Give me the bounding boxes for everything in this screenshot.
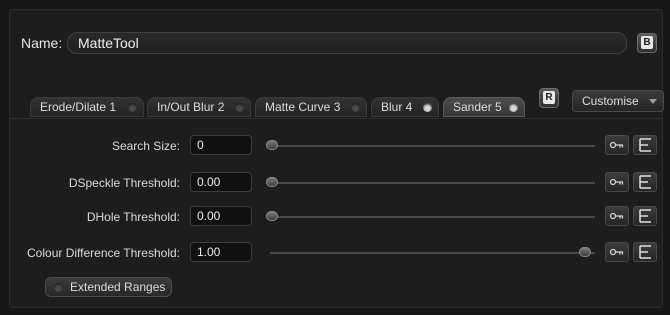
r-button[interactable]: R [539,88,559,108]
tab-sander[interactable]: Sander 5 [443,97,525,117]
tab-erode-dilate[interactable]: Erode/Dilate 1 [30,97,144,117]
dhole-threshold-label: DHole Threshold: [86,210,180,224]
extended-ranges-label: Extended Ranges [70,280,166,294]
tab-matte-curve[interactable]: Matte Curve 3 [255,97,367,117]
search-size-field[interactable]: 0 [190,135,252,155]
name-input[interactable]: MatteTool [67,32,627,54]
tab-blur[interactable]: Blur 4 [371,97,439,117]
key-icon[interactable] [605,206,629,226]
b-button-label: B [641,36,653,49]
key-icon[interactable] [605,242,629,262]
dspeckle-threshold-slider-handle[interactable] [266,177,278,187]
tab-in-out-blur[interactable]: In/Out Blur 2 [147,97,251,117]
customise-dropdown[interactable]: Customise [572,90,664,112]
key-icon[interactable] [605,172,629,192]
dspeckle-threshold-slider-track[interactable] [270,182,595,184]
r-button-label: R [543,91,555,104]
tab-led-icon [509,103,518,112]
search-size-slider-handle[interactable] [266,140,278,150]
channel-editor-icon[interactable] [633,242,657,262]
tab-led-icon [128,103,137,112]
dhole-threshold-slider-track[interactable] [270,216,595,218]
chevron-down-icon [649,99,657,104]
tab-label: Erode/Dilate 1 [40,100,117,114]
key-icon[interactable] [605,135,629,155]
dhole-threshold-field[interactable]: 0.00 [190,206,252,226]
colour-difference-threshold-slider-track[interactable] [270,252,595,254]
tab-led-icon [235,103,244,112]
toggle-led-icon [54,283,63,292]
customise-label: Customise [582,94,639,108]
search-size-slider-track[interactable] [270,145,595,147]
b-button[interactable]: B [637,33,657,53]
name-label: Name: [21,35,63,51]
colour-difference-threshold-label: Colour Difference Threshold: [27,246,180,260]
name-row: Name: MatteTool B [9,24,661,66]
channel-editor-icon[interactable] [633,172,657,192]
channel-editor-icon[interactable] [633,135,657,155]
tab-label: Matte Curve 3 [265,100,341,114]
tab-label: In/Out Blur 2 [157,100,225,114]
dhole-threshold-slider-handle[interactable] [266,211,278,221]
colour-difference-threshold-slider-handle[interactable] [579,247,591,257]
channel-editor-icon[interactable] [633,206,657,226]
tab-led-icon [423,103,432,112]
tab-label: Blur 4 [381,100,413,114]
colour-difference-threshold-field[interactable]: 1.00 [190,242,252,262]
dspeckle-threshold-label: DSpeckle Threshold: [68,176,180,190]
tab-label: Sander 5 [453,100,502,114]
dspeckle-threshold-field[interactable]: 0.00 [190,172,252,192]
tab-led-icon [351,103,360,112]
extended-ranges-button[interactable]: Extended Ranges [45,277,172,297]
search-size-label: Search Size: [111,139,180,153]
